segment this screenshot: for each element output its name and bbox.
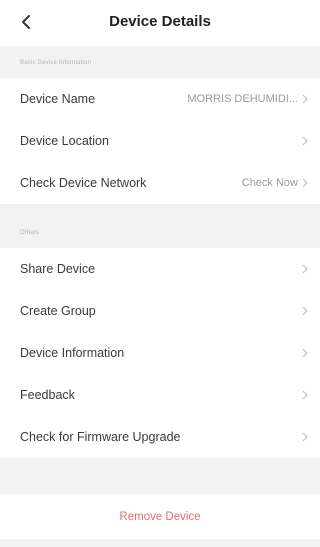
row-label: Check for Firmware Upgrade <box>20 430 181 444</box>
row-feedback[interactable]: Feedback <box>0 374 320 416</box>
section-label-basic-info: Basic Device Information <box>20 60 92 66</box>
row-label: Device Location <box>20 134 109 148</box>
row-check-firmware-upgrade[interactable]: Check for Firmware Upgrade <box>0 416 320 458</box>
chevron-right-icon <box>302 178 310 188</box>
row-label: Create Group <box>20 304 96 318</box>
remove-device-label: Remove Device <box>119 510 201 523</box>
row-device-information[interactable]: Device Information <box>0 332 320 374</box>
chevron-right-icon <box>302 390 310 400</box>
chevron-right-icon <box>302 264 310 274</box>
chevron-right-icon <box>302 432 310 442</box>
chevron-right-icon <box>302 136 310 146</box>
row-label: Feedback <box>20 388 75 402</box>
row-label: Share Device <box>20 262 96 276</box>
row-share-device[interactable]: Share Device <box>0 248 320 290</box>
row-label: Device Information <box>20 346 125 360</box>
chevron-right-icon <box>302 94 310 104</box>
row-device-name[interactable]: Device Name MORRIS DEHUMIDI... <box>0 78 320 120</box>
basic-info-group: Device Name MORRIS DEHUMIDI... Device Lo… <box>0 78 320 204</box>
device-name-value: MORRIS DEHUMIDI... <box>187 93 298 105</box>
chevron-right-icon <box>302 306 310 316</box>
section-label-others: Others <box>20 230 40 236</box>
row-create-group[interactable]: Create Group <box>0 290 320 332</box>
page-title: Device Details <box>109 13 211 30</box>
chevron-right-icon <box>302 348 310 358</box>
row-device-location[interactable]: Device Location <box>0 120 320 162</box>
others-group: Share Device Create Group Device Informa… <box>0 248 320 458</box>
row-label: Device Name <box>20 92 96 106</box>
row-check-device-network[interactable]: Check Device Network Check Now <box>0 162 320 204</box>
top-navigation-bar: Device Details <box>0 0 320 46</box>
check-now-value: Check Now <box>241 177 298 189</box>
remove-device-button[interactable]: Remove Device <box>0 494 320 539</box>
row-label: Check Device Network <box>20 176 147 190</box>
